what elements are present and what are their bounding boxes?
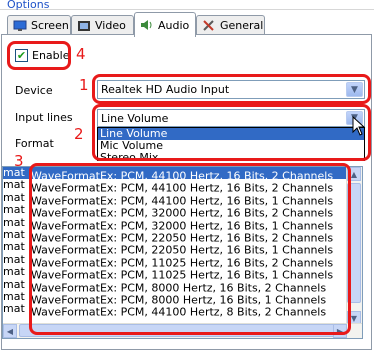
format-row-prefix: mat [3,266,25,279]
tools-icon [202,19,216,32]
scroll-right-icon[interactable]: ▶ [333,324,347,338]
list-item[interactable]: mat WaveFormatEx: PCM, 32000 Hertz, 16 Bi… [3,204,362,219]
list-item[interactable]: mat WaveFormatEx: PCM, 11025 Hertz, 16 Bi… [3,253,362,269]
enable-checkbox[interactable]: ✔ [15,49,28,62]
callout-2: 2 [74,125,84,143]
mouse-cursor-icon [352,115,366,139]
list-item[interactable]: mat WaveFormatEx: PCM, 32000 Hertz, 16 Bi… [3,216,362,232]
list-item[interactable]: mat WaveFormatEx: PCM, 44100 Hertz, 8 Bit… [3,303,362,318]
format-row-prefix: mat [3,216,25,229]
tab-label: Screen [31,19,69,32]
tab-audio[interactable]: Audio [134,12,196,37]
callout-3: 3 [14,152,24,170]
list-item[interactable]: mat WaveFormatEx: PCM, 44100 Hertz, 16 Bi… [3,191,362,207]
list-item[interactable]: mat WaveFormatEx: PCM, 8000 Hertz, 16 Bit… [3,278,362,294]
format-rows: mat WaveFormatEx: PCM, 44100 Hertz, 16 Bi… [3,167,362,318]
vertical-scrollbar[interactable]: ▲ ▼ [346,167,362,325]
callout-1: 1 [79,76,89,94]
format-row-prefix: mat [3,204,25,217]
device-label: Device [15,84,53,97]
format-list[interactable]: mat WaveFormatEx: PCM, 44100 Hertz, 16 Bi… [2,166,363,339]
format-label: Format [15,137,54,150]
tab-video[interactable]: Video [71,15,134,35]
chevron-down-icon[interactable]: ▼ [346,82,363,97]
tab-label: Audio [158,18,190,32]
tab-general[interactable]: General [196,15,265,35]
monitor-icon [13,20,27,32]
format-row-prefix: mat [3,179,25,192]
list-item[interactable]: mat WaveFormatEx: PCM, 11025 Hertz, 16 Bi… [3,266,362,281]
format-row-prefix: mat [3,290,25,303]
scroll-up-icon[interactable]: ▲ [347,167,361,181]
list-item[interactable]: mat WaveFormatEx: PCM, 8000 Hertz, 16 Bit… [3,290,362,306]
format-row-text: WaveFormatEx: PCM, 44100 Hertz, 8 Bits, … [31,305,327,319]
device-select[interactable]: Realtek HD Audio Input ▼ [97,80,365,99]
format-row-prefix: mat [3,253,25,266]
scroll-thumb[interactable] [347,183,361,303]
group-divider [0,9,374,10]
enable-label: Enable [32,49,70,62]
format-row-prefix: mat [3,241,25,254]
tab-label: Video [95,19,126,32]
format-row-prefix: mat [3,191,25,204]
list-item[interactable]: mat WaveFormatEx: PCM, 22050 Hertz, 16 Bi… [3,228,362,244]
format-row-prefix: mat [3,303,25,316]
input-lines-label: Input lines [15,111,73,124]
format-row-prefix: mat [3,278,25,291]
format-row-prefix: mat [3,228,25,241]
horizontal-scrollbar[interactable]: ◀ ▶ [3,323,362,338]
input-lines-dropdown: Line Volume Mic Volume Stereo Mix [97,127,365,161]
device-value: Realtek HD Audio Input [101,83,230,96]
input-lines-value: Line Volume [101,111,169,125]
list-item[interactable]: mat WaveFormatEx: PCM, 44100 Hertz, 16 Bi… [3,179,362,194]
speaker-icon [140,19,154,31]
scroll-thumb[interactable] [19,324,345,337]
scroll-left-icon[interactable]: ◀ [3,324,17,338]
tab-screen[interactable]: Screen [7,15,71,35]
dropdown-option[interactable]: Stereo Mix [98,152,364,161]
callout-4: 4 [76,45,86,63]
tab-label: General [220,19,264,32]
input-lines-select[interactable]: Line Volume ▼ [97,109,365,127]
list-item[interactable]: mat WaveFormatEx: PCM, 44100 Hertz, 16 Bi… [3,167,362,182]
group-title: Options [7,0,50,11]
film-icon [77,20,91,32]
list-item[interactable]: mat WaveFormatEx: PCM, 22050 Hertz, 16 Bi… [3,241,362,256]
